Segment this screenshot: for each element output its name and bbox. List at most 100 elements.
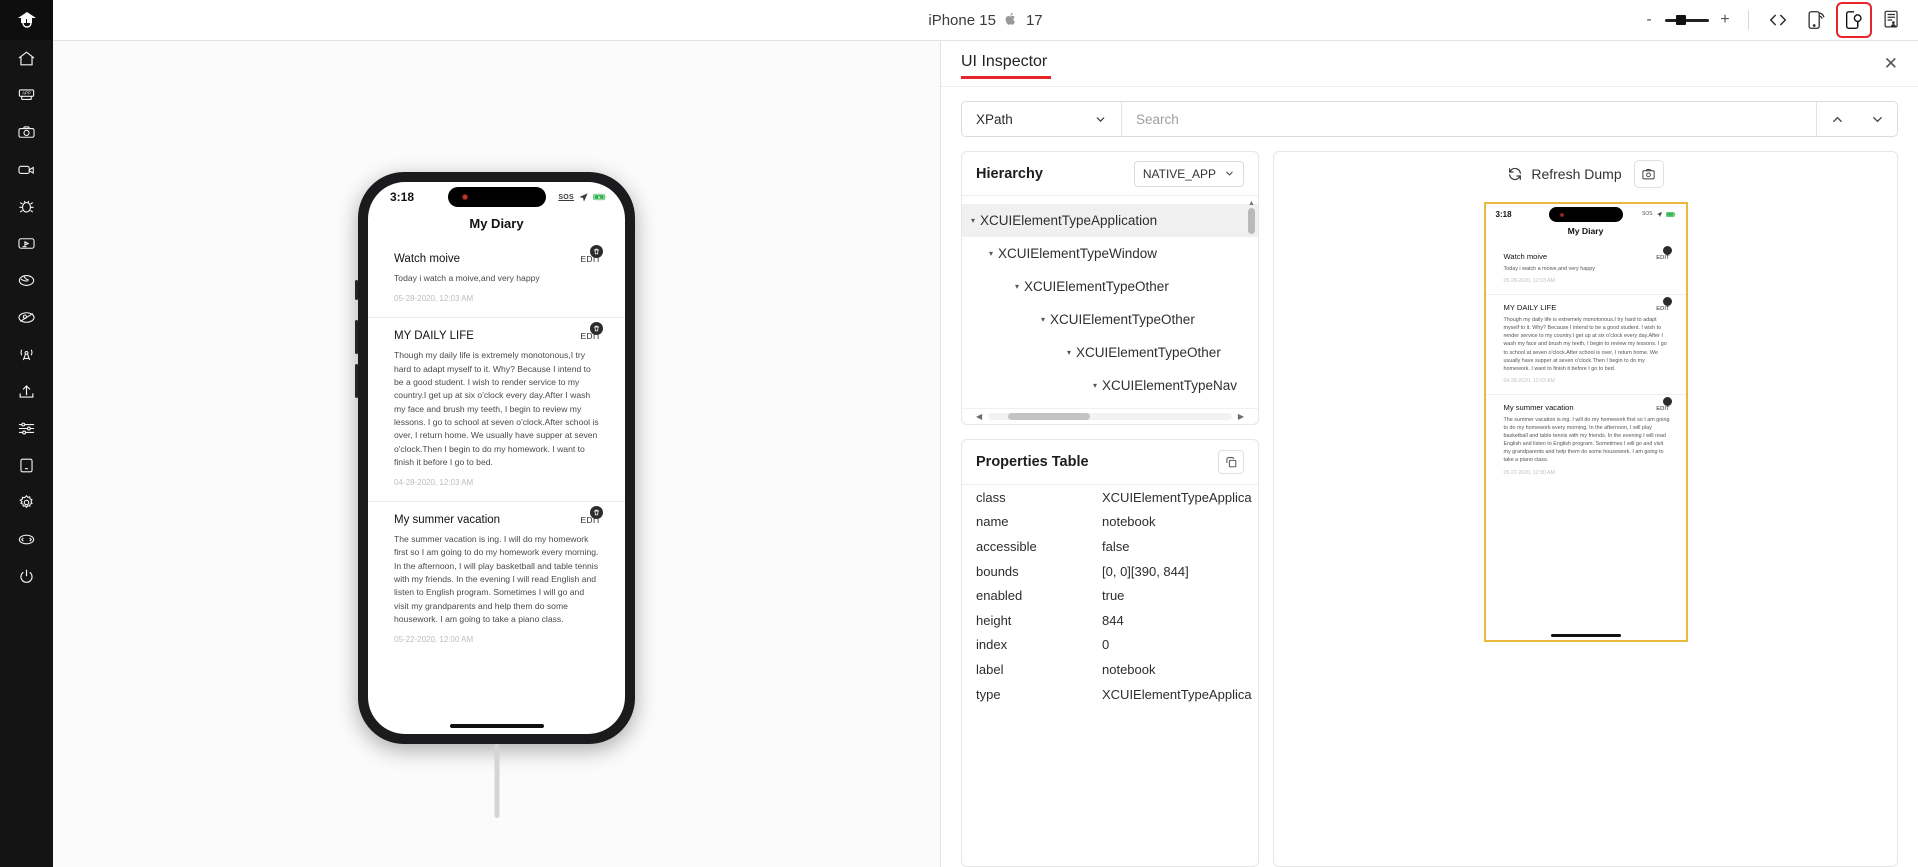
sidebar-item-apps[interactable]: APP <box>0 77 53 114</box>
sidebar-item-sync[interactable] <box>0 521 53 558</box>
chevron-down-icon[interactable]: ▾ <box>1062 348 1076 357</box>
camera-indicator-icon <box>461 194 468 200</box>
inspector-title-tab[interactable]: UI Inspector <box>961 53 1052 79</box>
property-key: accessible <box>976 538 1037 554</box>
preview-entry-edit-button[interactable]: EDIT <box>1656 255 1669 261</box>
sidebar-item-device[interactable] <box>0 447 53 484</box>
sidebar-item-recording[interactable] <box>0 151 53 188</box>
toolbar-ui-inspector-button[interactable] <box>1836 2 1872 38</box>
sidebar-item-location[interactable] <box>0 299 53 336</box>
diary-entry[interactable]: My summer vacation EDIT The summer vacat… <box>368 501 625 658</box>
toolbar-code-button[interactable] <box>1763 5 1793 35</box>
sidebar-item-power[interactable] <box>0 558 53 595</box>
vertical-scroll-thumb[interactable] <box>1248 208 1255 234</box>
sidebar-item-screenshot[interactable] <box>0 114 53 151</box>
tree-node-label: XCUIElementTypeOther <box>1024 279 1169 294</box>
hierarchy-horizontal-scrollbar[interactable]: ◀ ▶ <box>962 408 1258 424</box>
hierarchy-context-dropdown[interactable]: NATIVE_APP <box>1133 160 1244 187</box>
snapshot-icon[interactable] <box>1633 160 1664 188</box>
phone-screen[interactable]: 3:18 SOS My Diary Watch moive EDIT Today… <box>368 182 625 734</box>
preview-entry-edit-button[interactable]: EDIT <box>1656 306 1669 312</box>
toolbar-report-button[interactable] <box>1877 5 1907 35</box>
left-sidebar: APP <box>0 0 53 867</box>
toolbar-device-stream-button[interactable] <box>1801 5 1831 35</box>
scroll-left-icon[interactable]: ◀ <box>976 412 982 421</box>
chevron-down-icon[interactable]: ▾ <box>1010 282 1024 291</box>
search-next-button[interactable] <box>1857 102 1897 136</box>
sidebar-item-broadcast[interactable] <box>0 336 53 373</box>
delete-entry-icon[interactable] <box>590 322 603 336</box>
delete-entry-icon[interactable] <box>1662 396 1672 406</box>
refresh-dump-button[interactable]: Refresh Dump <box>1507 166 1622 182</box>
appium-logo-icon[interactable] <box>0 0 53 40</box>
app-root: APP iPhone 15 17 - + 3:18 SOS My Diary W… <box>0 0 1918 867</box>
diary-entry-date: 05-22-2020, 12:00 AM <box>394 635 474 645</box>
delete-entry-icon[interactable] <box>590 506 603 520</box>
preview-entry-title: Watch moive <box>1503 252 1548 261</box>
chevron-down-icon[interactable]: ▾ <box>966 216 980 225</box>
sidebar-item-debug[interactable] <box>0 188 53 225</box>
search-prev-button[interactable] <box>1817 102 1857 136</box>
tree-node[interactable]: ▾ XCUIElementTypeApplication <box>962 204 1258 237</box>
zoom-slider-thumb[interactable] <box>1676 15 1686 25</box>
zoom-out-button[interactable]: - <box>1637 8 1661 32</box>
phone-mockup: 3:18 SOS My Diary Watch moive EDIT Today… <box>355 172 635 818</box>
delete-entry-icon[interactable] <box>1662 297 1672 307</box>
sidebar-item-upload[interactable] <box>0 373 53 410</box>
horizontal-scroll-thumb[interactable] <box>1007 413 1091 420</box>
chevron-down-icon[interactable]: ▾ <box>1036 315 1050 324</box>
copy-icon[interactable] <box>1218 450 1244 474</box>
sidebar-item-network[interactable] <box>0 262 53 299</box>
search-nav-buttons <box>1816 102 1897 136</box>
hierarchy-tree-viewport[interactable]: ▾ XCUIElementTypeApplication ▾ XCUIEleme… <box>962 196 1258 408</box>
property-row: type XCUIElementTypeApplica <box>962 682 1258 707</box>
tree-node[interactable]: ▾ XCUIElementTypeOther <box>962 303 1258 336</box>
diary-entry[interactable]: MY DAILY LIFE EDIT Though my daily life … <box>368 317 625 501</box>
hierarchy-card: Hierarchy NATIVE_APP ▾ XCUIElementTypeAp… <box>961 151 1259 425</box>
horizontal-scroll-track[interactable] <box>988 413 1232 420</box>
delete-entry-icon[interactable] <box>590 245 603 258</box>
chevron-down-icon[interactable]: ▾ <box>1088 381 1102 390</box>
ui-inspector-panel: UI Inspector ✕ XPath Search Hierarchy NA… <box>940 41 1918 867</box>
selector-type-dropdown[interactable]: XPath <box>962 102 1122 136</box>
sidebar-item-playback[interactable] <box>0 225 53 262</box>
preview-diary-entry[interactable]: My summer vacation EDIT The summer vacat… <box>1485 393 1686 486</box>
preview-status-bar: 3:18 SOS <box>1486 204 1686 224</box>
preview-diary-entry[interactable]: Watch moive EDIT Today i watch a moive,a… <box>1486 244 1686 294</box>
content-row: 3:18 SOS My Diary Watch moive EDIT Today… <box>53 41 1918 867</box>
tree-node[interactable]: ▾ XCUIElementTypeNav <box>962 369 1258 402</box>
preview-area: 3:18 SOS My Diary Watch moive EDIT Today… <box>1274 196 1897 866</box>
zoom-in-button[interactable]: + <box>1713 8 1737 32</box>
tree-node-label: XCUIElementTypeOther <box>1076 345 1221 360</box>
hierarchy-tree: ▾ XCUIElementTypeApplication ▾ XCUIEleme… <box>962 196 1258 402</box>
tree-node[interactable]: ▾ XCUIElementTypeWindow <box>962 237 1258 270</box>
zoom-slider[interactable] <box>1663 8 1711 32</box>
diary-entry-date: 04-28-2020, 12:03 AM <box>394 478 474 488</box>
chevron-down-icon[interactable]: ▾ <box>984 249 998 258</box>
close-icon[interactable]: ✕ <box>1884 55 1898 72</box>
tree-node[interactable]: ▾ XCUIElementTypeOther <box>962 270 1258 303</box>
preview-entry-edit-button[interactable]: EDIT <box>1656 406 1669 412</box>
property-key: class <box>976 489 1006 505</box>
tree-node[interactable]: ▾ XCUIElementTypeOther <box>962 336 1258 369</box>
search-input[interactable] <box>1122 102 1816 136</box>
preview-screenshot[interactable]: 3:18 SOS My Diary Watch moive EDIT Today… <box>1483 202 1688 642</box>
preview-status-clock: 3:18 <box>1495 209 1512 219</box>
scroll-right-icon[interactable]: ▶ <box>1238 412 1244 421</box>
phone-cable <box>494 744 499 818</box>
preview-diary-entry[interactable]: MY DAILY LIFE EDIT Though my daily life … <box>1485 294 1686 394</box>
screenshot-preview-card: Refresh Dump 3:18 SOS My Diary Watch moi… <box>1273 151 1898 867</box>
scroll-up-icon[interactable]: ▲ <box>1247 200 1256 208</box>
preview-dynamic-island <box>1548 207 1623 222</box>
delete-entry-icon[interactable] <box>1662 246 1672 255</box>
sidebar-item-settings-adjust[interactable] <box>0 410 53 447</box>
property-row: bounds [0, 0][390, 844] <box>962 559 1258 584</box>
hierarchy-vertical-scrollbar[interactable]: ▲ <box>1247 200 1256 404</box>
diary-entry[interactable]: Watch moive EDIT Today i watch a moive,a… <box>368 241 625 317</box>
sidebar-item-home[interactable] <box>0 40 53 77</box>
diary-entry-body: Though my daily life is extremely monoto… <box>394 350 599 467</box>
sidebar-item-preferences[interactable] <box>0 484 53 521</box>
property-key: index <box>976 637 1008 653</box>
diary-entry-body: The summer vacation is ing. I will do my… <box>394 534 599 624</box>
preview-entry-header: Watch moive EDIT <box>1504 252 1670 261</box>
